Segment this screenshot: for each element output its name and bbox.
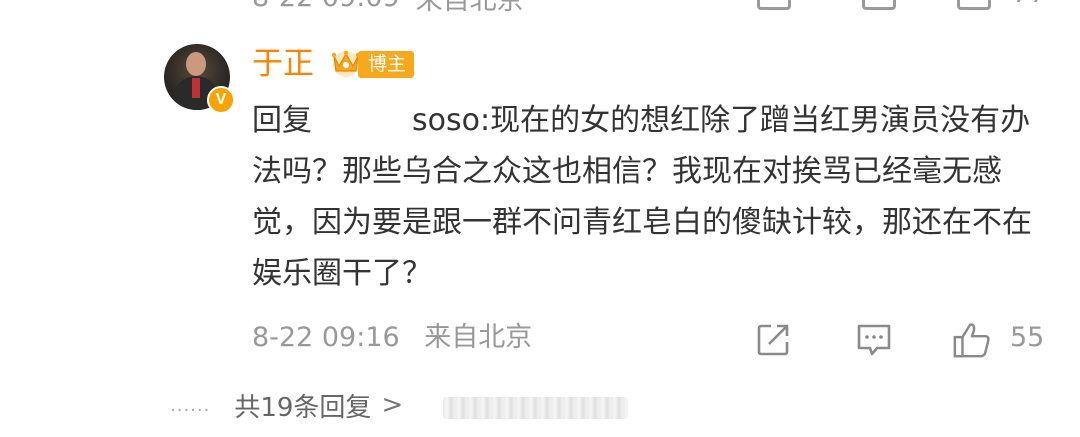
- previous-comment-icon[interactable]: [862, 0, 896, 10]
- blogger-badge: 博主: [358, 51, 415, 78]
- reply-prefix: 回复: [252, 103, 312, 138]
- comment-page: 8-22 09:09 来自北京 77 V 于正 博主 回复 soso:现在的女的想…: [0, 0, 1080, 437]
- comment-button[interactable]: [854, 320, 894, 360]
- comment-body: 回复 soso:现在的女的想红除了蹭当红男演员没有办法吗？那些乌合之众这也相信？我…: [252, 95, 1042, 299]
- like-count: 55: [1010, 322, 1045, 353]
- replies-count-label[interactable]: 共19条回复: [234, 387, 371, 424]
- previous-comment-footer: 8-22 09:09 来自北京 77: [252, 0, 1080, 16]
- comment-location: 来自北京: [424, 322, 533, 353]
- dotted-divider: ......: [170, 394, 211, 416]
- comment-icon: [857, 324, 891, 356]
- previous-location: 来自北京: [415, 0, 524, 16]
- comment-timestamp: 8-22 09:16: [252, 322, 400, 353]
- verified-icon: V: [207, 86, 235, 114]
- thumbs-up-icon: [953, 323, 990, 358]
- previous-like-icon[interactable]: [957, 0, 991, 10]
- avatar-face: [186, 52, 206, 76]
- share-button[interactable]: [753, 320, 793, 360]
- like-button[interactable]: [952, 320, 992, 360]
- more-replies-link[interactable]: ...... 共19条回复 >: [170, 385, 403, 425]
- previous-timestamp: 8-22 09:09: [252, 0, 400, 13]
- mention-suffix[interactable]: soso: [412, 103, 480, 138]
- obscured-content: [443, 397, 628, 419]
- share-icon: [757, 324, 789, 356]
- previous-share-icon[interactable]: [757, 0, 791, 10]
- previous-like-count: 77: [1012, 0, 1046, 9]
- comment-text: :现在的女的想红除了蹭当红男演员没有办法吗？那些乌合之众这也相信？我现在对挨骂已…: [252, 103, 1032, 291]
- username[interactable]: 于正: [252, 44, 314, 84]
- chevron-right-icon: >: [381, 390, 404, 420]
- avatar-accent: [192, 78, 200, 98]
